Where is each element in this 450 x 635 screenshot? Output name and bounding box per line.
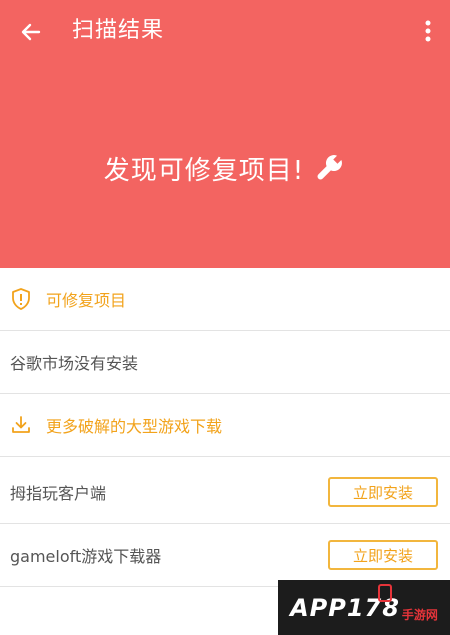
download-icon [10,414,32,436]
arrow-left-icon [21,23,41,41]
phone-icon [378,584,392,602]
page-title: 扫描结果 [72,18,165,43]
section-header-downloads: 更多破解的大型游戏下载 [0,394,450,457]
top-app-bar: 扫描结果 [0,0,450,62]
install-button[interactable]: 立即安装 [328,540,438,570]
more-vertical-icon [425,20,431,42]
shield-icon [10,287,32,311]
back-button[interactable] [14,15,48,49]
install-button[interactable]: 立即安装 [328,477,438,507]
section-header-label: 可修复项目 [46,291,127,310]
more-options-button[interactable] [416,14,440,48]
headline-text: 发现可修复项目! [103,155,305,186]
section-header-label: 更多破解的大型游戏下载 [46,417,223,436]
list-item-google-market[interactable]: 谷歌市场没有安装 [0,331,450,394]
list-item-download-app: 拇指玩客户端 立即安装 [0,461,450,524]
watermark-sub: 手游网 [401,608,438,622]
wrench-icon [312,151,346,185]
list-item-label: 谷歌市场没有安装 [10,354,139,373]
app-name: gameloft游戏下载器 [10,547,162,566]
scan-result-headline: 发现可修复项目! [0,146,450,190]
section-header-repairable: 可修复项目 [0,268,450,331]
site-watermark: APP178 手游网 [278,580,450,635]
list-item-download-app: gameloft游戏下载器 立即安装 [0,524,450,587]
app-name: 拇指玩客户端 [10,484,107,503]
